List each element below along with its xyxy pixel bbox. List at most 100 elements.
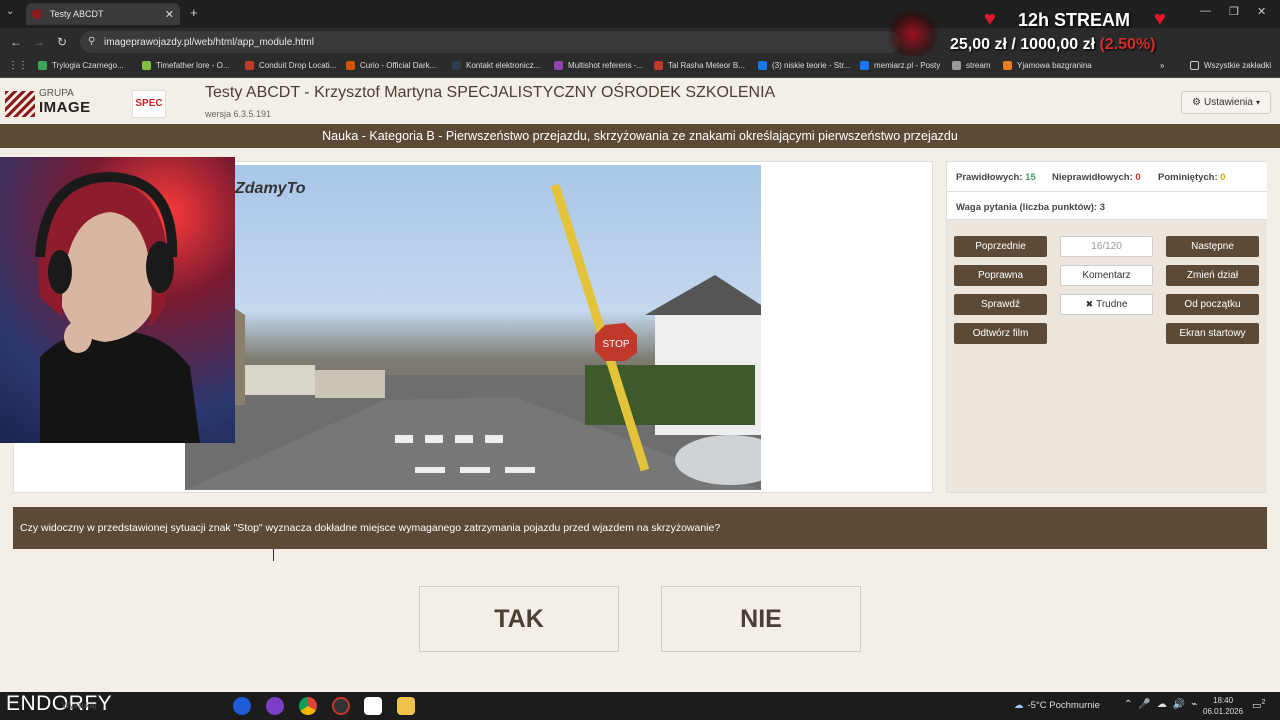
bookmark-item[interactable]: Timefather lore - O... bbox=[142, 61, 230, 70]
forward-icon[interactable]: → bbox=[33, 35, 45, 49]
all-bookmarks[interactable]: Wszystkie zakładki bbox=[1190, 61, 1271, 70]
heart-icon: ♥ bbox=[984, 8, 996, 30]
bookmark-favicon-icon bbox=[952, 61, 961, 70]
file-explorer-icon[interactable] bbox=[397, 697, 415, 715]
gears-icon: ⚙ bbox=[1192, 97, 1202, 108]
show-correct-button[interactable]: Poprawna bbox=[954, 265, 1047, 286]
bookmark-label: memiarz.pl - Posty bbox=[874, 61, 941, 70]
weather-text: -5°C Pochmurnie bbox=[1027, 700, 1100, 711]
start-screen-button[interactable]: Ekran startowy bbox=[1166, 323, 1259, 344]
answer-yes-button[interactable]: TAK bbox=[419, 586, 619, 652]
tab-close-icon[interactable]: ✕ bbox=[165, 8, 174, 21]
chrome-icon[interactable] bbox=[299, 697, 317, 715]
bookmark-label: Conduit Drop Locati... bbox=[259, 61, 337, 70]
settings-dropdown[interactable]: ⚙ Ustawienia ▾ bbox=[1181, 91, 1271, 114]
site-info-icon[interactable]: ⚲ bbox=[88, 36, 95, 47]
tab-title: Testy ABCDT bbox=[50, 9, 104, 19]
settings-label: Ustawienia bbox=[1204, 97, 1253, 108]
new-tab-icon[interactable]: + bbox=[190, 5, 198, 20]
apps-grid-icon[interactable]: ⋮⋮ bbox=[8, 60, 28, 71]
taskbar-app-icon[interactable] bbox=[364, 697, 382, 715]
previous-button[interactable]: Poprzednie bbox=[954, 236, 1047, 257]
bookmark-label: Curio - Official Dark... bbox=[360, 61, 437, 70]
logo-grupa-text: GRUPA bbox=[39, 88, 74, 99]
question-weight: Waga pytania (liczba punktów): 3 bbox=[947, 192, 1267, 220]
taskbar-app-icon[interactable] bbox=[332, 697, 350, 715]
skipped-count: Pominiętych: 0 bbox=[1158, 172, 1226, 183]
skipped-label: Pominiętych: bbox=[1158, 172, 1218, 183]
bookmark-item[interactable]: stream bbox=[952, 61, 990, 70]
bookmark-label: Multishot referens -... bbox=[568, 61, 644, 70]
correct-label: Prawidłowych: bbox=[956, 172, 1023, 183]
mark-hard-label: Trudne bbox=[1096, 299, 1128, 310]
site-header: GRUPA IMAGE SPEC Testy ABCDT - Krzysztof… bbox=[0, 78, 1280, 124]
bookmark-label: Tal Rasha Meteor B... bbox=[668, 61, 745, 70]
change-section-button[interactable]: Zmień dział bbox=[1166, 265, 1259, 286]
wrong-count: Nieprawidłowych: 0 bbox=[1052, 172, 1141, 183]
category-bar: Nauka - Kategoria B - Pierwszeństwo prze… bbox=[0, 124, 1280, 148]
bookmark-item[interactable]: Tal Rasha Meteor B... bbox=[654, 61, 745, 70]
bookmark-item[interactable]: Trylogia Czarnego... bbox=[38, 61, 124, 70]
window-close-icon[interactable]: ✕ bbox=[1257, 5, 1266, 18]
bookmark-label: (3) niskie teorie - Str... bbox=[772, 61, 851, 70]
taskbar-app-icon[interactable] bbox=[266, 697, 284, 715]
video-watermark: ZdamyTo bbox=[235, 180, 306, 197]
taskbar-app-icon[interactable] bbox=[233, 697, 251, 715]
answer-no-button[interactable]: NIE bbox=[661, 586, 861, 652]
tab-favicon-icon bbox=[32, 9, 42, 19]
notification-count: 2 bbox=[1261, 699, 1266, 706]
stream-amount: 25,00 zł bbox=[950, 36, 1007, 53]
bookmark-label: Timefather lore - O... bbox=[156, 61, 230, 70]
taskbar-search[interactable]: Wyszukaj bbox=[62, 701, 96, 710]
play-film-button[interactable]: Odtwórz film bbox=[954, 323, 1047, 344]
mouse-cursor-icon bbox=[273, 549, 281, 561]
bookmark-label: Yjamowa bazgranina bbox=[1017, 61, 1092, 70]
check-button[interactable]: Sprawdź bbox=[954, 294, 1047, 315]
weather-widget[interactable]: ☁ -5°C Pochmurnie bbox=[1014, 700, 1100, 711]
url-input[interactable]: ⚲ imageprawojazdy.pl/web/html/app_module… bbox=[80, 31, 900, 53]
bookmark-favicon-icon bbox=[758, 61, 767, 70]
back-icon[interactable]: ← bbox=[10, 35, 22, 49]
notification-icon[interactable]: ▭2 bbox=[1252, 699, 1265, 711]
browser-tab[interactable]: Testy ABCDT ✕ bbox=[26, 3, 180, 25]
bookmark-favicon-icon bbox=[245, 61, 254, 70]
logo-image-text: IMAGE bbox=[39, 99, 91, 116]
folder-icon bbox=[1190, 61, 1199, 70]
question-counter: 16/120 bbox=[1060, 236, 1153, 257]
tab-search-icon[interactable]: ⌄ bbox=[6, 6, 14, 17]
question-video[interactable]: STOP bbox=[185, 165, 761, 490]
stop-sign-text: STOP bbox=[602, 339, 629, 350]
mark-hard-button[interactable]: ✖ Trudne bbox=[1060, 294, 1153, 315]
bookmark-favicon-icon bbox=[554, 61, 563, 70]
spec-logo: SPEC bbox=[132, 90, 166, 118]
clock-date: 06.01.2026 bbox=[1203, 707, 1244, 716]
caret-down-icon: ▾ bbox=[1255, 98, 1260, 107]
logo-stripes-icon bbox=[5, 91, 35, 117]
bookmark-item[interactable]: Multishot referens -... bbox=[554, 61, 643, 70]
bookmark-item[interactable]: (3) niskie teorie - Str... bbox=[758, 61, 850, 70]
system-tray-icons[interactable]: ⌃🎤☁🔊⌁ bbox=[1124, 699, 1203, 710]
reload-icon[interactable]: ↻ bbox=[57, 35, 67, 49]
comment-button[interactable]: Komentarz bbox=[1060, 265, 1153, 286]
stream-title: 12h STREAM bbox=[1018, 10, 1131, 30]
question-text: Czy widoczny w przedstawionej sytuacji z… bbox=[13, 507, 1267, 549]
bookmark-item[interactable]: Yjamowa bazgranina bbox=[1003, 61, 1092, 70]
bookmark-favicon-icon bbox=[860, 61, 869, 70]
windows-taskbar: ENDORFY Wyszukaj ☁ -5°C Pochmurnie ⌃🎤☁🔊⌁ … bbox=[0, 692, 1280, 720]
next-button[interactable]: Następne bbox=[1166, 236, 1259, 257]
maximize-icon[interactable]: ❐ bbox=[1229, 5, 1239, 18]
clock-time: 18:40 bbox=[1213, 696, 1234, 705]
bookmark-item[interactable]: Conduit Drop Locati... bbox=[245, 61, 336, 70]
more-bookmarks-icon[interactable]: » bbox=[1160, 61, 1164, 70]
taskbar-clock[interactable]: 18:40 06.01.2026 bbox=[1203, 695, 1243, 717]
bookmark-item[interactable]: memiarz.pl - Posty bbox=[860, 61, 940, 70]
grupa-image-logo[interactable]: GRUPA IMAGE bbox=[5, 88, 95, 118]
from-start-button[interactable]: Od początku bbox=[1166, 294, 1259, 315]
correct-value: 15 bbox=[1025, 172, 1036, 183]
close-icon: ✖ bbox=[1085, 299, 1094, 309]
bookmark-item[interactable]: Kontakt elektronicz... bbox=[452, 61, 540, 70]
webcam-overlay bbox=[0, 157, 235, 443]
bookmark-label: Kontakt elektronicz... bbox=[466, 61, 541, 70]
bookmark-label: stream bbox=[966, 61, 991, 70]
bookmark-item[interactable]: Curio - Official Dark... bbox=[346, 61, 436, 70]
